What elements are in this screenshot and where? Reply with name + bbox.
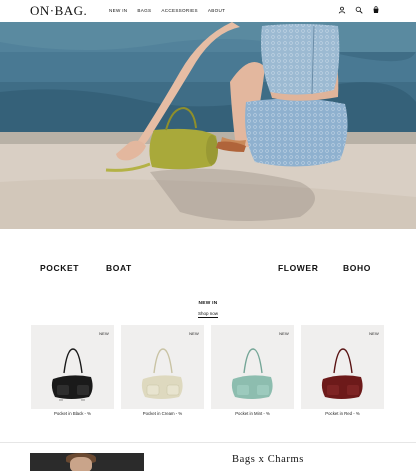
main-nav: NEW IN BAGS ACCESSORIES ABOUT xyxy=(109,8,235,13)
product-image xyxy=(51,348,93,401)
category-pocket[interactable]: POCKET xyxy=(40,263,79,273)
nav-bags[interactable]: BAGS xyxy=(137,8,151,13)
section-divider xyxy=(0,442,416,443)
cart-icon[interactable] xyxy=(372,6,380,14)
nav-accessories[interactable]: ACCESSORIES xyxy=(161,8,198,13)
hero-image xyxy=(0,22,416,229)
brand-logo[interactable]: ON·BAG. xyxy=(30,3,87,19)
new-badge: NEW xyxy=(369,331,379,336)
feature-title: Bags x Charms xyxy=(232,454,304,465)
category-boho[interactable]: BOHO xyxy=(343,263,371,273)
category-flower[interactable]: FLOWER xyxy=(278,263,318,273)
search-icon[interactable] xyxy=(355,6,363,14)
product-name[interactable]: Pocket in Mint - % xyxy=(211,411,294,416)
shop-now-container: Shop now xyxy=(0,311,416,318)
product-card[interactable]: NEW xyxy=(211,325,294,409)
section-title-new-in: NEW IN xyxy=(198,301,218,306)
product-image xyxy=(321,348,363,399)
category-boat[interactable]: BOAT xyxy=(106,263,132,273)
header-actions xyxy=(338,6,380,14)
product-name[interactable]: Pocket in Black - % xyxy=(31,411,114,416)
product-card[interactable]: NEW xyxy=(31,325,114,409)
product-image xyxy=(141,348,183,399)
product-name[interactable]: Pocket in Red - % xyxy=(301,411,384,416)
shop-now-link[interactable]: Shop now xyxy=(197,311,218,318)
new-badge: NEW xyxy=(189,331,199,336)
user-icon[interactable] xyxy=(338,6,346,14)
feature-image[interactable] xyxy=(30,453,144,471)
feature-image-face xyxy=(70,457,92,471)
nav-about[interactable]: ABOUT xyxy=(208,8,225,13)
new-badge: NEW xyxy=(279,331,289,336)
hero-banner[interactable] xyxy=(0,22,416,229)
product-name[interactable]: Pocket in Cream - % xyxy=(121,411,204,416)
new-badge: NEW xyxy=(99,331,109,336)
product-card[interactable]: NEW xyxy=(301,325,384,409)
product-card[interactable]: NEW xyxy=(121,325,204,409)
site-header: ON·BAG. NEW IN BAGS ACCESSORIES ABOUT xyxy=(0,0,416,22)
nav-new-in[interactable]: NEW IN xyxy=(109,8,127,13)
product-image xyxy=(231,348,273,399)
